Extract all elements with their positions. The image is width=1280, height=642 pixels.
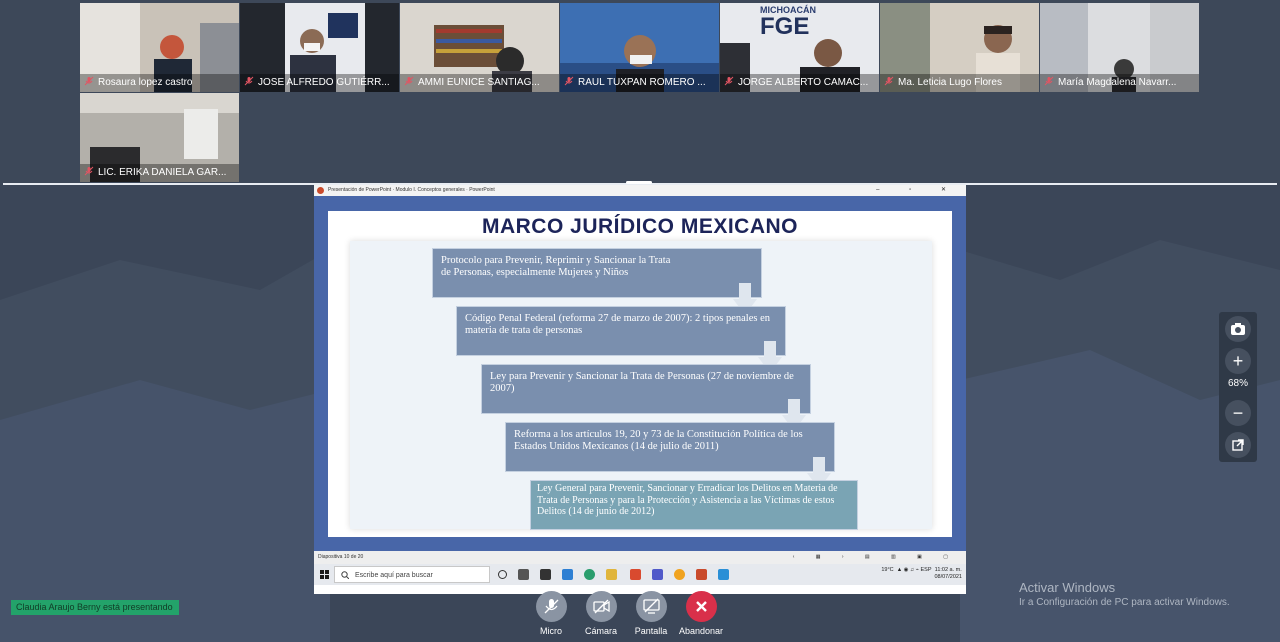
activation-title: Activar Windows xyxy=(1019,580,1116,595)
screenshot-button[interactable] xyxy=(1225,316,1251,342)
mic-off-icon xyxy=(84,166,94,176)
slide: MARCO JURÍDICO MEXICANO Protocolo para P… xyxy=(328,211,952,537)
powerpoint-titlebar: Presentación de PowerPoint · Modulo I. C… xyxy=(314,185,966,196)
leave-button[interactable]: Abandonar xyxy=(676,591,726,636)
zoom-out-button[interactable]: − xyxy=(1225,400,1251,426)
zoom-level: 68% xyxy=(1227,378,1248,389)
window-controls[interactable]: – ▫ ✕ xyxy=(876,185,960,196)
zoom-in-button[interactable]: + xyxy=(1225,348,1251,374)
shared-screen: Presentación de PowerPoint · Modulo I. C… xyxy=(314,185,966,594)
participant-name: RAUL TUXPAN ROMERO ... xyxy=(560,74,719,92)
mic-off-icon xyxy=(84,76,94,86)
explorer-icon[interactable] xyxy=(606,569,617,580)
slide-title: MARCO JURÍDICO MEXICANO xyxy=(481,215,798,238)
windows-taskbar: Escribe aquí para buscar 19°C ▲ ◉ ♫ ⌁ ES… xyxy=(314,564,966,585)
participant-tile[interactable]: Ma. Leticia Lugo Flores xyxy=(880,3,1039,92)
mail-icon[interactable] xyxy=(562,569,573,580)
participant-tile[interactable]: RAUL TUXPAN ROMERO ... xyxy=(560,3,719,92)
participant-tile[interactable]: LIC. ERIKA DANIELA GAR... xyxy=(80,93,239,182)
participant-tile[interactable]: MICHOACÁN FGE JORGE ALBERTO CAMAC... xyxy=(720,3,879,92)
external-link-icon xyxy=(1232,439,1244,451)
participant-name: AMMI EUNICE SANTIAG... xyxy=(400,74,559,92)
mic-off-icon xyxy=(544,599,558,614)
mic-off-icon xyxy=(724,76,734,86)
mic-off-icon xyxy=(404,76,414,86)
activation-subtitle: Ir a Configuración de PC para activar Wi… xyxy=(1019,597,1230,608)
language-text: ESP xyxy=(920,567,932,573)
camera-button[interactable]: Cámara xyxy=(576,591,626,636)
taskbar-search[interactable]: Escribe aquí para buscar xyxy=(334,566,490,583)
system-tray[interactable]: 19°C ▲ ◉ ♫ ⌁ ESP 11:02 a. m. 08/07/2021 xyxy=(881,567,962,581)
teams-icon[interactable] xyxy=(652,569,663,580)
search-icon xyxy=(341,571,349,579)
mic-off-icon xyxy=(884,76,894,86)
popout-button[interactable] xyxy=(1225,432,1251,458)
fge-logo-text: FGE xyxy=(760,13,809,40)
powerpoint-taskbar-icon[interactable] xyxy=(696,569,707,580)
close-icon xyxy=(695,601,707,612)
edge-icon[interactable] xyxy=(584,569,595,580)
participant-name: Ma. Leticia Lugo Flores xyxy=(880,74,1039,92)
chrome-icon[interactable] xyxy=(674,569,685,580)
mic-off-icon xyxy=(564,76,574,86)
weather-text: 19°C xyxy=(881,567,894,573)
office-icon[interactable] xyxy=(630,569,641,580)
screen-share-label: Pantalla xyxy=(634,626,668,636)
zoom-toolbar: + 68% − xyxy=(1219,312,1257,462)
clock: 11:02 a. m. 08/07/2021 xyxy=(934,567,962,580)
cortana-icon[interactable] xyxy=(498,570,507,579)
flow-step: Protocolo para Prevenir, Reprimir y Sanc… xyxy=(432,248,762,298)
participant-tile[interactable]: Rosaura lopez castro xyxy=(80,3,239,92)
participant-name: Rosaura lopez castro xyxy=(80,74,239,92)
participant-tile[interactable]: María Magdalena Navarr... xyxy=(1040,3,1199,92)
camera-label: Cámara xyxy=(584,626,617,636)
mic-off-icon xyxy=(1044,76,1054,86)
participant-name: JORGE ALBERTO CAMAC... xyxy=(720,74,879,92)
presenting-banner: Claudia Araujo Berny está presentando xyxy=(11,600,179,615)
powerpoint-icon xyxy=(317,187,324,194)
flow-step: Ley para Prevenir y Sancionar la Trata d… xyxy=(481,364,811,414)
windows-start-icon[interactable] xyxy=(320,570,329,579)
slide-frame: MARCO JURÍDICO MEXICANO Protocolo para P… xyxy=(314,196,966,551)
app-taskbar-icon[interactable] xyxy=(718,569,729,580)
camera-icon xyxy=(1231,323,1245,335)
mic-button[interactable]: Micro xyxy=(526,591,576,636)
flow-step: Reforma a los artículos 19, 20 y 73 de l… xyxy=(505,422,835,472)
screen-share-off-icon xyxy=(642,598,660,614)
powerpoint-statusbar: Diapositiva 10 de 20 ‹ ▦ › ▤ ▥ ▣ ▢ xyxy=(314,551,966,564)
leave-label: Abandonar xyxy=(678,626,724,636)
participant-tile[interactable]: AMMI EUNICE SANTIAG... xyxy=(400,3,559,92)
mic-off-icon xyxy=(244,76,254,86)
store-icon[interactable] xyxy=(540,569,551,580)
screen-share-button[interactable]: Pantalla xyxy=(626,591,676,636)
flow-step: Ley General para Prevenir, Sancionar y E… xyxy=(530,480,858,530)
participant-name: María Magdalena Navarr... xyxy=(1040,74,1199,92)
participant-name: JOSE ALFREDO GUTIÉRR... xyxy=(240,74,399,92)
mic-label: Micro xyxy=(540,626,562,636)
resize-handle[interactable] xyxy=(626,181,652,184)
view-controls[interactable]: ‹ ▦ › ▤ ▥ ▣ ▢ xyxy=(793,551,958,564)
participant-strip: Rosaura lopez castro JOSE ALFREDO GUTIÉR… xyxy=(0,0,1280,184)
participant-name: LIC. ERIKA DANIELA GAR... xyxy=(80,164,239,182)
participant-tile[interactable]: JOSE ALFREDO GUTIÉRR... xyxy=(240,3,399,92)
slide-counter: Diapositiva 10 de 20 xyxy=(318,554,364,560)
camera-off-icon xyxy=(592,599,610,614)
windows-activation-watermark: Activar Windows Ir a Configuración de PC… xyxy=(1019,580,1230,608)
flow-step: Código Penal Federal (reforma 27 de marz… xyxy=(456,306,786,356)
task-view-icon[interactable] xyxy=(518,569,529,580)
